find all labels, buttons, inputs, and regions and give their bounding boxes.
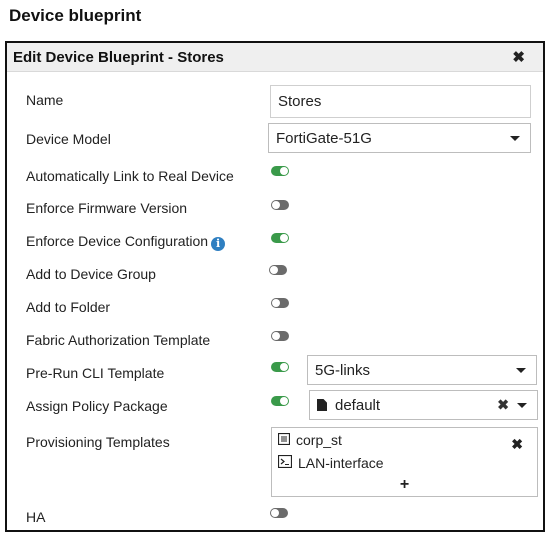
pre-run-cli-label: Pre-Run CLI Template — [26, 365, 165, 381]
list-item[interactable]: corp_st — [277, 432, 342, 448]
provisioning-templates-box: corp_st ✖ LAN-interface + — [271, 427, 538, 497]
device-model-value: FortiGate-51G — [276, 129, 372, 147]
enforce-firmware-label: Enforce Firmware Version — [26, 200, 188, 216]
fabric-auth-toggle[interactable] — [271, 331, 289, 341]
remove-icon[interactable]: ✖ — [511, 436, 523, 453]
device-model-select[interactable]: FortiGate-51G — [268, 123, 531, 153]
page-title: Device blueprint — [9, 6, 142, 25]
policy-package-select[interactable]: default ✖ — [309, 390, 538, 420]
toggle-knob — [280, 397, 288, 405]
enforce-firmware-toggle[interactable] — [271, 200, 289, 210]
enforce-config-label-text: Enforce Device Configuration — [26, 233, 209, 249]
template-name: LAN-interface — [298, 455, 384, 471]
name-field[interactable]: Stores — [270, 85, 531, 118]
pre-run-cli-value: 5G-links — [315, 361, 371, 379]
toggle-knob — [272, 201, 280, 209]
dialog-header: Edit Device Blueprint - Stores ✖ — [7, 43, 543, 72]
ha-toggle[interactable] — [270, 508, 288, 518]
toggle-knob — [272, 299, 280, 307]
toggle-knob — [270, 266, 278, 274]
policy-package-toggle[interactable] — [271, 396, 289, 406]
name-label: Name — [26, 92, 64, 108]
toggle-knob — [272, 332, 280, 340]
add-folder-label: Add to Folder — [26, 299, 111, 315]
cli-script-icon — [277, 454, 293, 471]
chevron-down-icon — [517, 403, 527, 408]
name-field-value: Stores — [278, 93, 322, 110]
ha-label: HA — [26, 509, 46, 525]
auto-link-label: Automatically Link to Real Device — [26, 168, 234, 184]
toggle-knob — [280, 363, 288, 371]
provisioning-label: Provisioning Templates — [26, 434, 170, 450]
auto-link-toggle[interactable] — [271, 166, 289, 176]
add-icon[interactable]: + — [400, 476, 409, 494]
fabric-auth-label: Fabric Authorization Template — [26, 332, 211, 348]
toggle-knob — [280, 234, 288, 242]
dialog-title: Edit Device Blueprint - Stores — [13, 49, 224, 66]
policy-package-icon — [317, 399, 327, 411]
add-group-label: Add to Device Group — [26, 266, 156, 282]
template-name: corp_st — [296, 432, 342, 448]
list-item[interactable]: LAN-interface — [277, 454, 384, 471]
chevron-down-icon — [516, 368, 526, 373]
pre-run-cli-toggle[interactable] — [271, 362, 289, 372]
template-icon — [277, 432, 291, 448]
toggle-knob — [271, 509, 279, 517]
info-icon[interactable]: i — [211, 237, 226, 251]
policy-package-label: Assign Policy Package — [26, 398, 168, 414]
clear-icon[interactable]: ✖ — [497, 397, 509, 414]
chevron-down-icon — [510, 136, 520, 141]
toggle-knob — [280, 167, 288, 175]
enforce-config-label: Enforce Device Configuration i — [26, 233, 226, 251]
add-folder-toggle[interactable] — [271, 298, 289, 308]
close-icon[interactable]: ✖ — [512, 48, 525, 66]
enforce-config-toggle[interactable] — [271, 233, 289, 243]
add-group-toggle[interactable] — [269, 265, 287, 275]
policy-package-value: default — [335, 396, 381, 414]
device-model-label: Device Model — [26, 131, 111, 147]
pre-run-cli-select[interactable]: 5G-links — [307, 355, 537, 385]
